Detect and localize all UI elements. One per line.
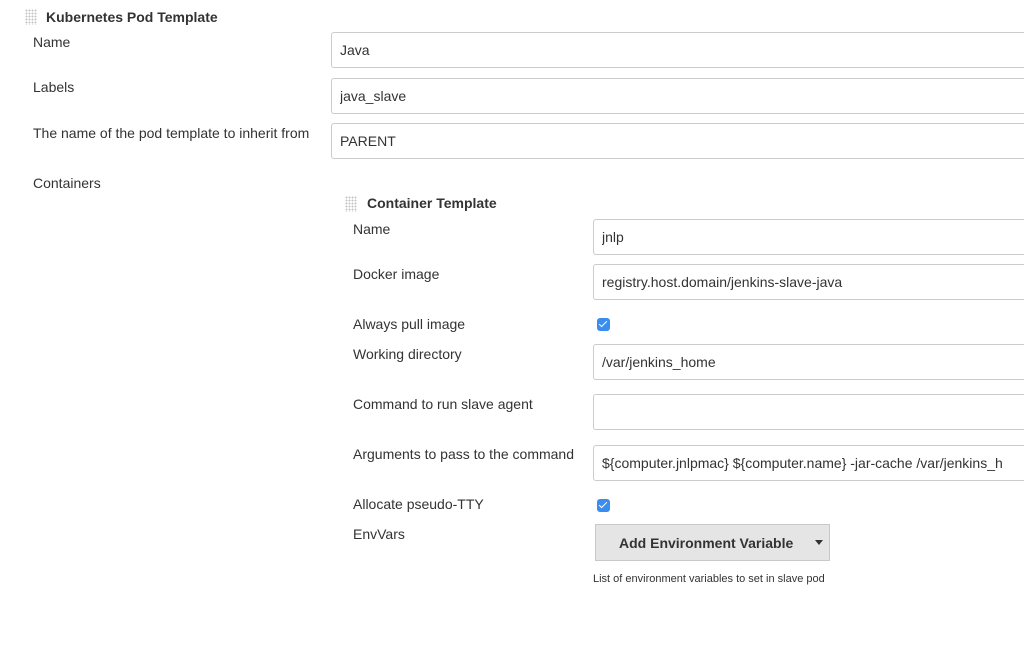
inherit-from-input[interactable] (331, 123, 1024, 159)
containers-label: Containers (33, 175, 101, 191)
container-template-title: Container Template (367, 195, 497, 211)
container-drag-handle-icon[interactable] (345, 196, 357, 212)
docker-image-label: Docker image (353, 266, 440, 282)
working-dir-label: Working directory (353, 346, 462, 362)
envvars-help-text: List of environment variables to set in … (593, 573, 825, 585)
arguments-input[interactable] (593, 445, 1024, 481)
pod-template-title: Kubernetes Pod Template (46, 9, 218, 25)
pod-name-label: Name (33, 34, 71, 50)
inherit-from-label: The name of the pod template to inherit … (33, 125, 310, 141)
add-env-variable-label: Add Environment Variable (619, 534, 794, 551)
pod-labels-label: Labels (33, 79, 75, 95)
docker-image-input[interactable] (593, 264, 1024, 300)
always-pull-checkbox[interactable] (597, 318, 610, 331)
pod-labels-input[interactable] (331, 78, 1024, 114)
envvars-label: EnvVars (353, 526, 405, 542)
always-pull-label: Always pull image (353, 316, 466, 332)
command-input[interactable] (593, 394, 1024, 430)
container-name-label: Name (353, 221, 391, 237)
tty-label: Allocate pseudo-TTY (353, 496, 484, 512)
add-env-variable-button[interactable]: Add Environment Variable (595, 524, 830, 561)
command-label: Command to run slave agent (353, 396, 533, 412)
pod-name-input[interactable] (331, 32, 1024, 68)
arguments-label: Arguments to pass to the command (353, 446, 574, 462)
drag-handle-icon[interactable] (25, 9, 37, 25)
tty-checkbox[interactable] (597, 499, 610, 512)
chevron-down-icon (815, 540, 824, 545)
container-name-input[interactable] (593, 219, 1024, 255)
working-dir-input[interactable] (593, 344, 1024, 380)
